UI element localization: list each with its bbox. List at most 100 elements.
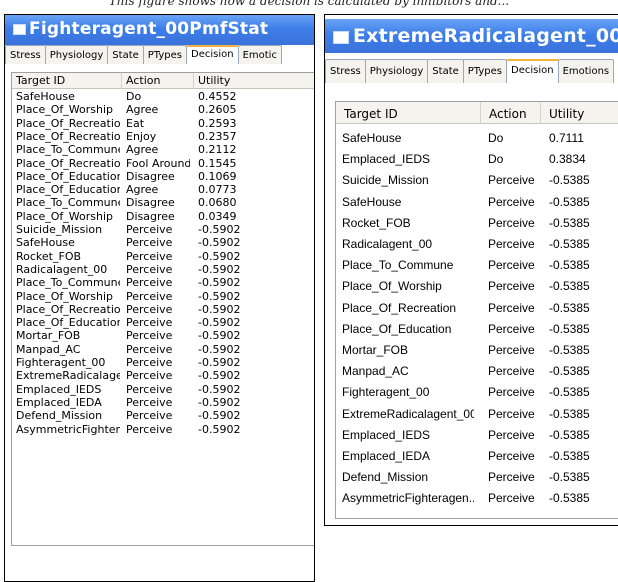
table-row[interactable]: Place_Of_Worship Perceive -0.5385 [336,276,618,297]
tab-stress[interactable]: Stress [5,45,46,64]
table-row[interactable]: Place_Of_Recreation Eat 0.2593 [12,117,314,130]
decision-table: Target ID Action Utility SafeHouse Do 0.7111 E… [335,101,618,519]
table-row[interactable]: Place_Of_Education Agree 0.0773 [12,183,314,196]
table-row[interactable]: Fighteragent_00 Perceive -0.5902 [12,356,314,369]
target-id-cell: Emplaced_IEDA [342,449,431,463]
target-id-cell: Place_Of_Recreation [16,156,120,170]
table-row[interactable]: SafeHouse Do 0.7111 [336,128,618,149]
utility-cell: -0.5902 [198,262,241,276]
table-row[interactable]: Emplaced_IEDS Perceive -0.5385 [336,425,618,446]
table-row[interactable]: Emplaced_IEDS Perceive -0.5902 [12,383,314,396]
table-row[interactable]: ExtremeRadicalagen... Perceive -0.5902 [12,369,314,382]
action-cell: Perceive [126,236,173,250]
table-row[interactable]: Fighteragent_00 Perceive -0.5385 [336,382,618,403]
action-cell: Disagree [126,169,175,183]
table-row[interactable]: Place_Of_Education Perceive -0.5902 [12,316,314,329]
table-row[interactable]: Place_Of_Worship Disagree 0.0349 [12,210,314,223]
column-header-target-id[interactable]: Target ID [336,102,481,124]
table-row[interactable]: Place_To_Commune Agree 0.2112 [12,143,314,156]
utility-cell: -0.5902 [198,236,241,250]
table-row[interactable]: SafeHouse Perceive -0.5902 [12,236,314,249]
action-cell: Perceive [126,223,173,236]
utility-cell: 0.7111 [549,131,584,145]
table-row[interactable]: Mortar_FOB Perceive -0.5385 [336,340,618,361]
table-row[interactable]: Place_Of_Worship Agree 0.2605 [12,103,314,116]
table-row[interactable]: Mortar_FOB Perceive -0.5902 [12,329,314,342]
table-row[interactable]: Radicalagent_00 Perceive -0.5902 [12,263,314,276]
table-row[interactable]: Place_Of_Education Perceive -0.5385 [336,319,618,340]
table-row[interactable]: Place_Of_Recreation Fool Around 0.1545 [12,157,314,170]
table-row[interactable]: Place_Of_Worship Perceive -0.5902 [12,290,314,303]
window-icon[interactable] [13,24,26,35]
table-row[interactable]: Manpad_AC Perceive -0.5902 [12,343,314,356]
utility-cell: -0.5902 [198,369,241,383]
action-cell: Perceive [126,369,173,383]
utility-cell: 0.3834 [549,152,586,167]
table-row[interactable]: Emplaced_IEDA Perceive -0.5385 [336,446,618,467]
table-row[interactable]: Place_Of_Education Disagree 0.1069 [12,170,314,183]
tab-ptypes[interactable]: PTypes [142,45,187,64]
tab-ptypes[interactable]: PTypes [462,59,507,83]
table-row[interactable]: Rocket_FOB Perceive -0.5902 [12,250,314,263]
table-row[interactable]: Manpad_AC Perceive -0.5385 [336,361,618,382]
decision-panel: Target ID Action Utility SafeHouse Do 0.4552 P… [5,64,314,581]
action-cell: Perceive [126,395,173,409]
table-row[interactable]: ExtremeRadicalagent_00 Perceive -0.5385 [336,404,618,425]
table-row[interactable]: Defend_Mission Perceive -0.5385 [336,467,618,488]
utility-cell: -0.5902 [198,382,241,396]
table-row[interactable]: SafeHouse Do 0.4552 [12,90,314,103]
tab-decision[interactable]: Decision [186,45,239,64]
action-cell: Perceive [126,409,173,423]
utility-cell: 0.4552 [198,90,237,103]
target-id-cell: Place_Of_Recreation [342,300,457,315]
tab-physiology[interactable]: Physiology [44,45,109,64]
table-row[interactable]: Suicide_Mission Perceive -0.5385 [336,170,618,191]
table-row[interactable]: Place_To_Commune Perceive -0.5385 [336,255,618,276]
tab-state[interactable]: State [107,45,144,64]
utility-cell: 0.0680 [198,196,237,210]
utility-cell: 0.2605 [198,103,237,117]
table-row[interactable]: AsymmetricFightera... Perceive -0.5902 [12,423,314,436]
tab-emotions[interactable]: Emotions [557,59,615,83]
window-titlebar[interactable]: ExtremeRadicalagent_00PmfSta [325,19,618,53]
column-header-action[interactable]: Action [122,73,194,89]
table-row[interactable]: Emplaced_IEDS Do 0.3834 [336,149,618,170]
table-row[interactable]: Place_To_Commune Perceive -0.5902 [12,276,314,289]
table-row[interactable]: AsymmetricFighteragen... Perceive -0.5385 [336,488,618,509]
tab-physiology[interactable]: Physiology [364,59,429,83]
table-row[interactable]: Rocket_FOB Perceive -0.5385 [336,213,618,234]
column-header-utility[interactable]: Utility [194,73,314,89]
tab-strip: Stress Physiology State PTypes Decision Emoti… [325,59,618,84]
utility-cell: 0.0773 [198,183,237,197]
table-row[interactable]: SafeHouse Perceive -0.5385 [336,192,618,213]
utility-cell: 0.2112 [198,143,237,157]
table-row[interactable]: Radicalagent_00 Perceive -0.5385 [336,234,618,255]
table-row[interactable]: Place_Of_Recreation Perceive -0.5385 [336,298,618,319]
utility-cell: -0.5902 [198,276,241,290]
column-header-target-id[interactable]: Target ID [12,73,122,89]
table-row[interactable]: Defend_Mission Perceive -0.5902 [12,409,314,422]
action-cell: Agree [126,183,159,197]
window-icon[interactable] [333,31,349,44]
action-cell: Disagree [126,196,175,210]
table-row[interactable]: Place_Of_Recreation Perceive -0.5902 [12,303,314,316]
window-title: Fighteragent_00PmfStat [29,19,269,39]
utility-cell: -0.5902 [198,316,241,330]
window-titlebar[interactable]: Fighteragent_00PmfStat [5,15,314,45]
tab-emotic[interactable]: Emotic [237,45,282,64]
target-id-cell: Rocket_FOB [16,249,82,263]
utility-cell: -0.5385 [549,194,590,209]
table-row[interactable]: Place_Of_Recreation Enjoy 0.2357 [12,130,314,143]
column-header-action[interactable]: Action [481,102,541,124]
table-row[interactable]: Emplaced_IEDA Perceive -0.5902 [12,396,314,409]
table-row[interactable]: Suicide_Mission Perceive -0.5902 [12,223,314,236]
table-row[interactable]: Place_To_Commune Disagree 0.0680 [12,196,314,209]
fighteragent-stat-window: Fighteragent_00PmfStat Stress Physiology S… [4,14,315,582]
action-cell: Perceive [126,249,173,263]
tab-stress[interactable]: Stress [325,59,366,83]
tab-decision[interactable]: Decision [506,59,559,83]
tab-state[interactable]: State [427,59,464,83]
target-id-cell: SafeHouse [16,90,75,103]
utility-cell: -0.5385 [549,449,590,463]
column-header-utility[interactable]: Utility [541,102,618,124]
